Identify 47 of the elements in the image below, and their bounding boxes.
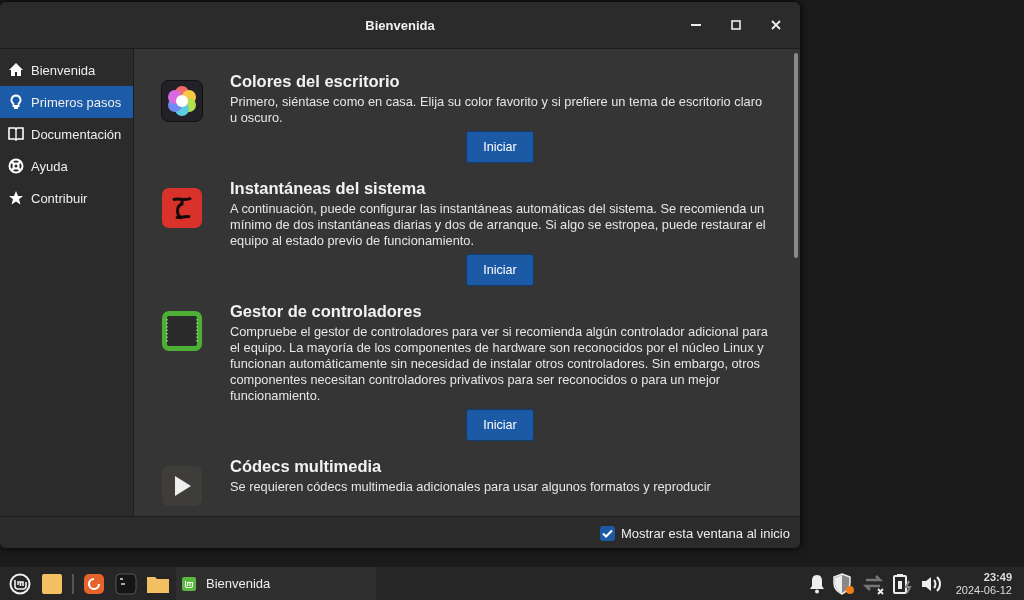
browser-icon[interactable] — [84, 573, 104, 594]
chip-icon — [161, 310, 203, 352]
scrollbar[interactable] — [794, 53, 798, 258]
section-description: Primero, siéntase como en casa. Elija su color favorito y si prefiere un tema de escritorio claro u oscuro. — [230, 94, 763, 126]
menu-icon[interactable] — [9, 572, 31, 595]
speaker-icon[interactable] — [919, 573, 942, 594]
folder-icon[interactable] — [147, 574, 169, 593]
terminal-icon[interactable] — [115, 572, 137, 595]
section-description: Compruebe el gestor de controladores para ver si recomienda algún controlador adicional para el equipo. La mayoría de los componentes de hardware son reconocidos por el núcleo Linux y funcionan automáticamente sin necesidad de instalar otros controladores. Sin embargo, otros componentes necesitan controladores privativos para ser reconocidos o para un mejor funcionamiento. — [230, 324, 769, 404]
start-button[interactable]: Iniciar — [466, 254, 534, 286]
section-title: Gestor de controladores — [230, 301, 423, 321]
sidebar-item[interactable]: Ayuda — [0, 150, 133, 182]
sidebar-item[interactable]: Contribuir — [0, 182, 133, 214]
bell-icon[interactable] — [807, 573, 826, 594]
sidebar-item[interactable]: Bienvenida — [0, 54, 133, 86]
app-icon — [182, 576, 196, 591]
section-description: A continuación, puede configurar las instantáneas automáticas del sistema. Se recomienda un mínimo de dos instantáneas diarias y dos de arranque. Si algo se estropea, puede restaurar el equipo al estado previo de funcionamiento. — [230, 201, 767, 249]
clock-date: 2024-06-12 — [955, 583, 1012, 597]
maximize-icon — [731, 20, 741, 30]
folder-icon[interactable] — [42, 573, 62, 594]
snapshot-tool-icon — [161, 187, 203, 229]
color-flower-icon — [161, 80, 203, 122]
network-arrows-icon[interactable] — [861, 572, 886, 595]
book-icon — [8, 126, 24, 142]
clock-time: 23:49 — [983, 570, 1012, 584]
sidebar-item[interactable]: Documentación — [0, 118, 133, 150]
section-title: Códecs multimedia — [230, 456, 383, 476]
section-title: Instantáneas del sistema — [230, 178, 427, 198]
lifebuoy-icon — [8, 158, 24, 174]
start-button[interactable]: Iniciar — [466, 409, 534, 441]
shield-icon[interactable] — [831, 572, 856, 595]
play-icon — [161, 465, 203, 507]
minimize-icon — [691, 24, 701, 26]
close-icon — [771, 20, 781, 30]
section-description: Se requieren códecs multimedia adicionales para usar algunos formatos y reproducir — [230, 479, 712, 495]
start-button[interactable]: Iniciar — [466, 131, 534, 163]
section-title: Colores del escritorio — [230, 71, 401, 91]
star-icon — [8, 190, 24, 206]
taskbar-window-button[interactable]: Bienvenida — [176, 567, 376, 600]
checkbox-label[interactable]: Mostrar esta ventana al inicio — [620, 525, 790, 541]
home-icon — [8, 62, 24, 78]
battery-icon[interactable] — [891, 572, 914, 595]
clock[interactable]: 23:49 2024-06-12 — [955, 570, 1016, 597]
window-title: Bienvenida — [365, 17, 435, 33]
light-bulb-icon — [8, 94, 24, 110]
checkbox[interactable] — [599, 525, 615, 541]
sidebar-item[interactable]: Primeros pasos — [0, 86, 133, 118]
